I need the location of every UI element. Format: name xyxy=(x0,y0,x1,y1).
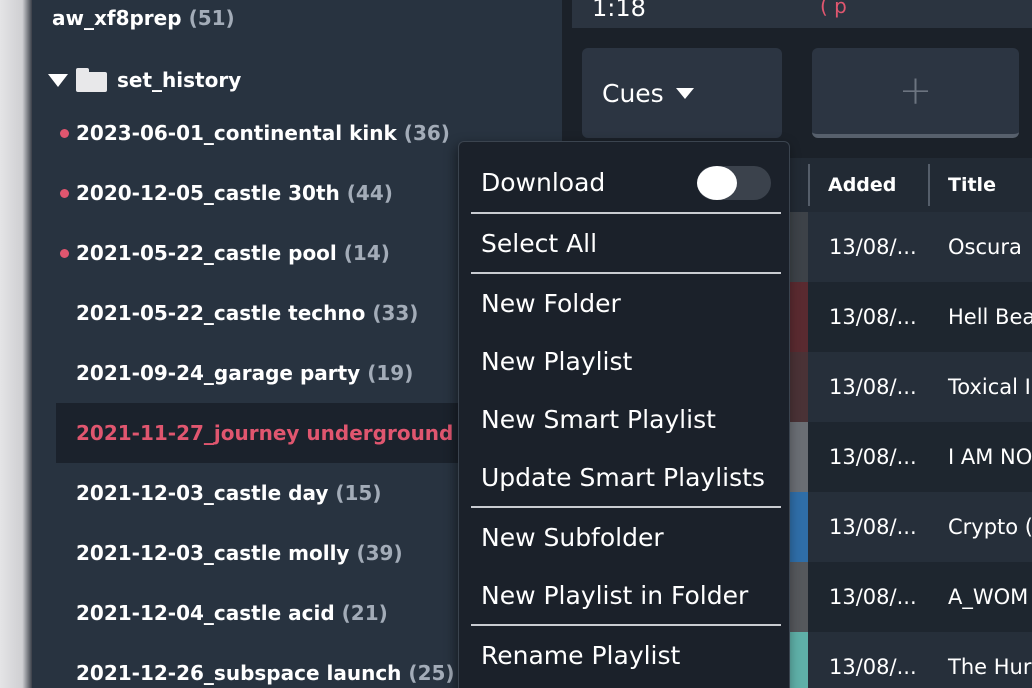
playlist-context-menu: Download Select All New Folder New Playl… xyxy=(458,141,790,688)
sidebar-item-label: 2021-12-03_castle day xyxy=(76,481,329,505)
toggle-knob xyxy=(697,166,737,200)
sidebar-item-label: 2023-06-01_continental kink xyxy=(76,121,397,145)
sidebar-folder-set-history[interactable]: set_history xyxy=(48,50,241,110)
sidebar-item-label: 2020-12-05_castle 30th xyxy=(76,181,340,205)
menu-item-download[interactable]: Download xyxy=(481,153,605,211)
cues-label: Cues xyxy=(602,78,664,108)
sidebar-item-count: (36) xyxy=(403,121,450,145)
menu-item-select-all[interactable]: Select All xyxy=(481,214,597,272)
table-row[interactable]: 13/08/... Oscura xyxy=(790,212,1032,282)
album-art-thumbnail xyxy=(790,422,808,492)
download-toggle[interactable] xyxy=(697,166,771,200)
menu-item-new-smart-playlist[interactable]: New Smart Playlist xyxy=(481,390,716,448)
sidebar-item-playlist[interactable]: 2021-12-03_castle day (15) xyxy=(76,463,382,523)
sidebar-item-count: (25) xyxy=(408,661,455,685)
unsynced-dot-icon xyxy=(60,129,69,138)
waveform-marker-text: ( p xyxy=(820,0,847,18)
unsynced-dot-icon xyxy=(60,189,69,198)
column-separator[interactable] xyxy=(928,164,930,206)
unsynced-dot-icon xyxy=(60,249,69,258)
album-art-thumbnail xyxy=(790,212,808,282)
menu-item-new-playlist[interactable]: New Playlist xyxy=(481,332,632,390)
sidebar-item-playlist[interactable]: 2021-12-03_castle molly (39) xyxy=(76,523,403,583)
sidebar-item-count: (44) xyxy=(346,181,393,205)
table-row[interactable]: 13/08/... Hell Bea xyxy=(790,282,1032,352)
sidebar-item-label: 2021-09-24_garage party xyxy=(76,361,361,385)
cell-title: The Hur xyxy=(948,655,1032,679)
cell-added: 13/08/... xyxy=(829,515,917,539)
table-row[interactable]: 13/08/... A_WOM xyxy=(790,562,1032,632)
menu-item-new-playlist-in-folder[interactable]: New Playlist in Folder xyxy=(481,566,748,624)
sidebar-item-label: 2021-05-22_castle techno xyxy=(76,301,366,325)
menu-item-rename-playlist[interactable]: Rename Playlist xyxy=(481,626,680,684)
sidebar-item-playlist[interactable]: 2021-05-22_castle pool (14) xyxy=(60,223,390,283)
cell-added: 13/08/... xyxy=(829,655,917,679)
sidebar-item-aw-xf8prep[interactable]: aw_xf8prep (51) xyxy=(52,0,235,48)
sidebar-item-playlist[interactable]: 2021-09-24_garage party (19) xyxy=(76,343,413,403)
table-row[interactable]: 13/08/... The Hur xyxy=(790,632,1032,688)
sidebar-item-label: 2021-12-03_castle molly xyxy=(76,541,350,565)
cell-added: 13/08/... xyxy=(829,445,917,469)
cues-dropdown-button[interactable]: Cues xyxy=(582,48,782,138)
plus-icon: + xyxy=(898,68,933,114)
cell-added: 13/08/... xyxy=(829,585,917,609)
cell-title: Crypto ( xyxy=(948,515,1032,539)
window-edge xyxy=(0,0,32,688)
sidebar-item-label: 2021-11-27_journey underground xyxy=(76,421,454,445)
sidebar-item-count: (14) xyxy=(343,241,390,265)
sidebar-item-label: 2021-12-04_castle acid xyxy=(76,601,335,625)
album-art-thumbnail xyxy=(790,562,808,632)
menu-item-new-subfolder[interactable]: New Subfolder xyxy=(481,508,664,566)
sidebar-item-count: (51) xyxy=(188,6,235,30)
sidebar-item-playlist[interactable]: 2023-06-01_continental kink (36) xyxy=(60,103,450,163)
sidebar-item-label: 2021-12-26_subspace launch xyxy=(76,661,402,685)
cell-added: 13/08/... xyxy=(829,235,917,259)
sidebar-item-count: (19) xyxy=(367,361,414,385)
album-art-thumbnail xyxy=(790,492,808,562)
table-row[interactable]: 13/08/... Crypto ( xyxy=(790,492,1032,562)
player-bar: 1:18 ( p xyxy=(572,0,1032,28)
sidebar-item-count: (15) xyxy=(335,481,382,505)
expand-triangle-icon[interactable] xyxy=(48,73,68,87)
caret-down-icon xyxy=(675,87,694,99)
track-table-header: Added Title xyxy=(790,158,1032,212)
sidebar-item-count: (21) xyxy=(341,601,388,625)
menu-item-new-folder[interactable]: New Folder xyxy=(481,274,621,332)
sidebar-item-playlist[interactable]: 2020-12-05_castle 30th (44) xyxy=(60,163,393,223)
table-row[interactable]: 13/08/... Toxical I xyxy=(790,352,1032,422)
cell-title: Hell Bea xyxy=(948,305,1032,329)
column-header-added[interactable]: Added xyxy=(828,158,896,212)
cell-title: Oscura xyxy=(948,235,1022,259)
cell-title: A_WOM xyxy=(948,585,1029,609)
playback-time: 1:18 xyxy=(592,0,646,22)
sidebar-item-label: aw_xf8prep xyxy=(52,6,182,30)
album-art-thumbnail xyxy=(790,282,808,352)
sidebar-item-label: 2021-05-22_castle pool xyxy=(76,241,337,265)
cell-added: 13/08/... xyxy=(829,375,917,399)
sidebar-item-playlist[interactable]: 2021-12-04_castle acid (21) xyxy=(76,583,388,643)
column-header-title[interactable]: Title xyxy=(948,158,996,212)
sidebar-item-playlist[interactable]: 2021-12-26_subspace launch (25) xyxy=(76,643,455,688)
cell-added: 13/08/... xyxy=(829,305,917,329)
sidebar-item-playlist[interactable]: 2021-05-22_castle techno (33) xyxy=(76,283,418,343)
add-cue-button[interactable]: + xyxy=(812,48,1019,138)
track-table-body: 13/08/... Oscura 13/08/... Hell Bea 13/08/..… xyxy=(790,212,1032,688)
menu-item-update-smart-playlists[interactable]: Update Smart Playlists xyxy=(481,448,765,506)
sidebar-item-count: (39) xyxy=(356,541,403,565)
table-row[interactable]: 13/08/... I AM NO xyxy=(790,422,1032,492)
column-separator[interactable] xyxy=(808,164,810,206)
cell-title: I AM NO xyxy=(948,445,1032,469)
folder-icon xyxy=(76,68,107,92)
cell-title: Toxical I xyxy=(948,375,1031,399)
album-art-thumbnail xyxy=(790,632,808,688)
sidebar-folder-label: set_history xyxy=(117,68,242,92)
sidebar-item-count: (33) xyxy=(372,301,419,325)
album-art-thumbnail xyxy=(790,352,808,422)
